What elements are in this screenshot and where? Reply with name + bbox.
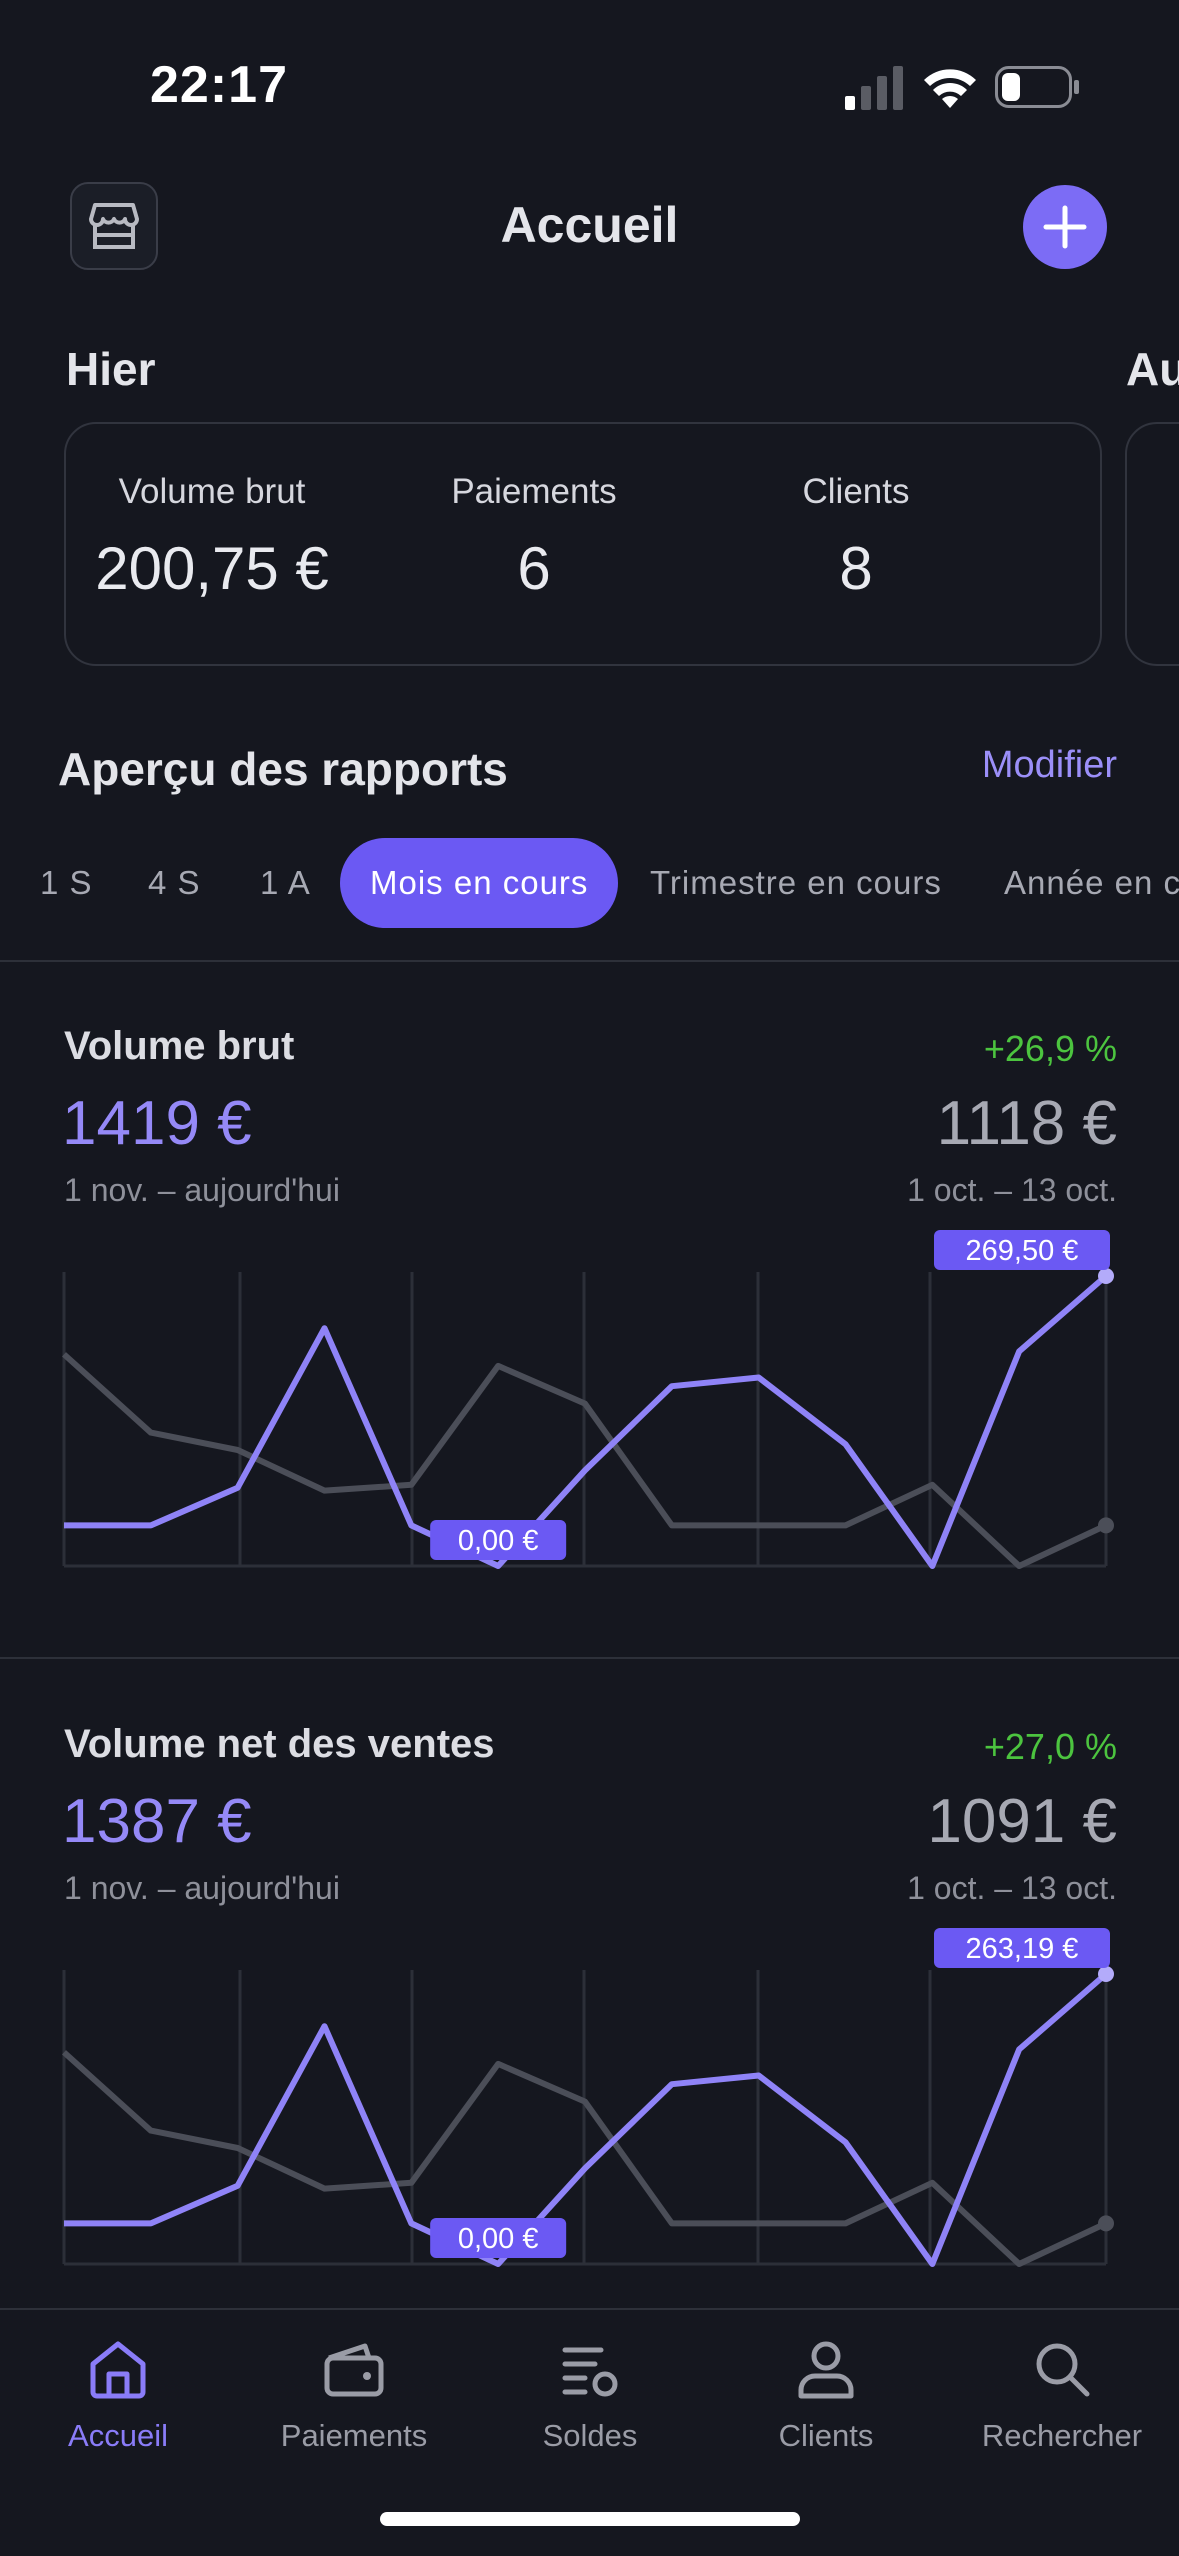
- stat-label: Volume brut: [118, 472, 306, 511]
- reports-title: Aperçu des rapports: [58, 743, 508, 795]
- period-tab-1w[interactable]: 1 S: [40, 838, 93, 928]
- wallet-icon: [324, 2343, 384, 2397]
- stat-gross-volume: Volume brut 200,75 €: [62, 472, 362, 603]
- metric-change: +26,9 %: [983, 1028, 1117, 1069]
- net-sales-volume-chart[interactable]: 263,19 € 0,00 €: [0, 1928, 1179, 2278]
- metric-compare-dates: 1 oct. – 13 oct.: [907, 1870, 1117, 1906]
- home-screen: 22:17 Accueil Hier Au Volume brut 200,75…: [0, 0, 1179, 2556]
- yesterday-summary-card[interactable]: Volume brut 200,75 € Paiements 6 Clients…: [64, 422, 1102, 666]
- gross-volume-chart[interactable]: 269,50 € 0,00 €: [0, 1230, 1179, 1580]
- metric-value: 1387 €: [62, 1787, 252, 1856]
- tab-search[interactable]: Rechercher: [944, 2334, 1179, 2454]
- metric-title: Volume net des ventes: [64, 1722, 495, 1766]
- metric-value: 1419 €: [62, 1089, 252, 1158]
- page-title: Accueil: [500, 197, 679, 253]
- period-tab-current-quarter[interactable]: Trimestre en cours: [650, 838, 942, 928]
- tab-label: Accueil: [68, 2418, 168, 2453]
- battery-icon: [995, 66, 1079, 108]
- next-summary-card[interactable]: [1125, 422, 1179, 666]
- stat-value: 8: [839, 535, 873, 602]
- current-period-end-point: [1098, 1268, 1114, 1284]
- period-tab-current-month[interactable]: Mois en cours: [340, 838, 619, 928]
- stat-payments: Paiements 6: [384, 472, 684, 603]
- previous-period-end-point: [1098, 1517, 1114, 1534]
- home-indicator: [380, 2512, 800, 2526]
- tab-label: Rechercher: [981, 2418, 1143, 2453]
- search-icon: [1036, 2343, 1090, 2397]
- stat-value: 6: [517, 535, 551, 602]
- tab-label: Clients: [778, 2418, 874, 2453]
- metric-title: Volume brut: [64, 1024, 295, 1068]
- yesterday-title: Hier: [66, 343, 156, 395]
- period-tab-current-year[interactable]: Année en c: [1004, 838, 1179, 928]
- metric-dates: 1 nov. – aujourd'hui: [64, 1870, 340, 1906]
- tab-label: Paiements: [280, 2418, 428, 2453]
- metric-compare-dates: 1 oct. – 13 oct.: [907, 1172, 1117, 1208]
- min-value-label: 0,00 €: [458, 1525, 539, 1557]
- metric-change: +27,0 %: [983, 1726, 1117, 1767]
- tab-balances[interactable]: Soldes: [472, 2334, 708, 2454]
- add-button[interactable]: [1023, 185, 1107, 269]
- plus-icon: [1043, 205, 1087, 249]
- metric-compare-value: 1118 €: [936, 1089, 1117, 1158]
- tab-clients[interactable]: Clients: [708, 2334, 944, 2454]
- tab-payments[interactable]: Paiements: [236, 2334, 472, 2454]
- balances-icon: [562, 2347, 618, 2397]
- wifi-icon: [924, 69, 976, 108]
- divider: [0, 960, 1179, 962]
- stat-value: 200,75 €: [95, 535, 329, 602]
- period-tab-4w[interactable]: 4 S: [148, 838, 201, 928]
- period-tabs: 1 S 4 S 1 A Mois en cours Trimestre en c…: [0, 838, 1179, 928]
- divider: [0, 1657, 1179, 1659]
- cellular-signal-icon: [845, 66, 903, 110]
- period-tab-1y[interactable]: 1 A: [260, 838, 311, 928]
- max-value-label: 263,19 €: [966, 1933, 1079, 1965]
- metric-compare-value: 1091 €: [927, 1787, 1117, 1856]
- home-icon: [90, 2341, 146, 2399]
- tab-home[interactable]: Accueil: [0, 2334, 236, 2454]
- max-value-label: 269,50 €: [966, 1235, 1079, 1267]
- person-icon: [798, 2341, 854, 2399]
- next-card-title: Au: [1126, 343, 1179, 395]
- tab-label: Soldes: [542, 2418, 638, 2453]
- stat-label: Clients: [802, 472, 910, 511]
- metric-dates: 1 nov. – aujourd'hui: [64, 1172, 340, 1208]
- edit-reports-link[interactable]: Modifier: [982, 744, 1117, 787]
- stat-clients: Clients 8: [706, 472, 1006, 603]
- min-value-label: 0,00 €: [458, 2223, 539, 2255]
- current-period-end-point: [1098, 1966, 1114, 1982]
- status-time: 22:17: [150, 56, 288, 114]
- stat-label: Paiements: [451, 472, 617, 511]
- previous-period-end-point: [1098, 2215, 1114, 2232]
